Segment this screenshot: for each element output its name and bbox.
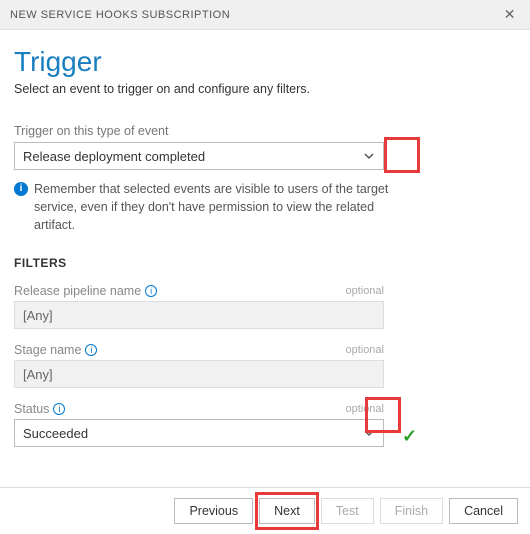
- dialog-footer: Previous Next Test Finish Cancel: [0, 487, 530, 534]
- info-icon[interactable]: i: [145, 285, 157, 297]
- chevron-down-icon: [363, 427, 375, 439]
- event-type-select[interactable]: Release deployment completed: [14, 142, 384, 170]
- close-icon[interactable]: ✕: [500, 6, 520, 23]
- previous-button[interactable]: Previous: [174, 498, 253, 524]
- filter-stage-label: Stage name i: [14, 343, 97, 357]
- optional-tag: optional: [345, 285, 384, 297]
- chevron-down-icon: [363, 150, 375, 162]
- optional-tag: optional: [345, 344, 384, 356]
- check-icon: ✓: [402, 426, 417, 447]
- finish-button: Finish: [380, 498, 443, 524]
- optional-tag: optional: [345, 403, 384, 415]
- info-note-row: i Remember that selected events are visi…: [14, 180, 404, 234]
- page-title: Trigger: [14, 46, 516, 78]
- event-type-row: Release deployment completed: [14, 142, 516, 170]
- dialog-title: NEW SERVICE HOOKS SUBSCRIPTION: [10, 9, 230, 21]
- filter-pipeline-select[interactable]: [Any]: [14, 301, 384, 329]
- filter-stage-select[interactable]: [Any]: [14, 360, 384, 388]
- dialog-titlebar: NEW SERVICE HOOKS SUBSCRIPTION ✕: [0, 0, 530, 30]
- cancel-button[interactable]: Cancel: [449, 498, 518, 524]
- highlight-event-chevron: [384, 137, 420, 173]
- event-type-label: Trigger on this type of event: [14, 124, 516, 138]
- dialog-content: Trigger Select an event to trigger on an…: [0, 30, 530, 447]
- info-icon: i: [14, 182, 28, 196]
- filter-pipeline: Release pipeline name i optional [Any]: [14, 284, 516, 329]
- filters-header: FILTERS: [14, 256, 516, 270]
- test-button: Test: [321, 498, 374, 524]
- next-button-wrap: Next: [259, 498, 315, 524]
- event-type-value: Release deployment completed: [23, 149, 205, 164]
- next-button[interactable]: Next: [259, 498, 315, 524]
- filter-pipeline-label: Release pipeline name i: [14, 284, 157, 298]
- page-subtitle: Select an event to trigger on and config…: [14, 82, 516, 96]
- info-icon[interactable]: i: [85, 344, 97, 356]
- info-icon[interactable]: i: [53, 403, 65, 415]
- filter-status-label: Status i: [14, 402, 65, 416]
- filter-stage: Stage name i optional [Any]: [14, 343, 516, 388]
- filter-status-value: Succeeded: [23, 426, 88, 441]
- filter-status-select[interactable]: Succeeded: [14, 419, 384, 447]
- filter-stage-value: [Any]: [23, 367, 53, 382]
- info-note-text: Remember that selected events are visibl…: [34, 180, 404, 234]
- filter-pipeline-value: [Any]: [23, 308, 53, 323]
- filter-status: Status i optional Succeeded ✓: [14, 402, 516, 447]
